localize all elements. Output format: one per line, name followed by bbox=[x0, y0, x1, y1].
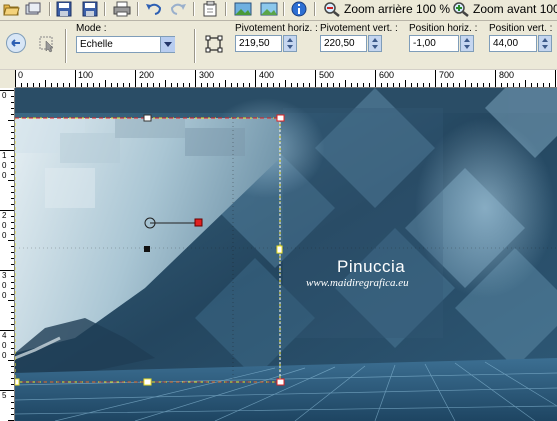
ruler-corner bbox=[0, 70, 15, 88]
ruler-label: 0 bbox=[2, 351, 7, 360]
ruler-label: 0 bbox=[2, 221, 7, 230]
pos-h-spinner[interactable] bbox=[460, 35, 474, 52]
ruler-label: 0 bbox=[2, 91, 7, 100]
horizontal-ruler[interactable]: 0 100 200 300 400 500 600 700 800 bbox=[15, 70, 557, 88]
ruler-label: 5 bbox=[2, 391, 7, 400]
watermark-url: www.maidiregrafica.eu bbox=[306, 277, 409, 289]
mode-label: Mode : bbox=[76, 23, 107, 34]
zoom-out-icon[interactable] bbox=[323, 1, 341, 17]
print-icon[interactable] bbox=[113, 1, 131, 17]
ruler-label: 0 bbox=[18, 70, 24, 80]
ruler-label: 0 bbox=[2, 281, 7, 290]
chevron-down-icon[interactable] bbox=[160, 37, 175, 52]
pivot-h-spinner[interactable] bbox=[283, 35, 297, 52]
pivot-v-input[interactable]: 220,50 bbox=[320, 35, 367, 52]
pick-tool-icon[interactable] bbox=[37, 34, 57, 54]
ruler-label: 0 bbox=[2, 341, 7, 350]
transform-box-icon[interactable] bbox=[205, 35, 223, 53]
save-as-icon[interactable] bbox=[81, 1, 99, 17]
pivot-v-spinner[interactable] bbox=[368, 35, 382, 52]
watermark-name: Pinuccia bbox=[337, 257, 406, 276]
ruler-label: 300 bbox=[199, 70, 215, 80]
ruler-label: 0 bbox=[2, 231, 7, 240]
ruler-label: 100 bbox=[78, 70, 94, 80]
image-canvas[interactable]: Pinuccia www.maidiregrafica.eu bbox=[15, 88, 557, 421]
browse-icon[interactable] bbox=[24, 1, 42, 17]
info-icon[interactable] bbox=[290, 1, 308, 17]
ruler-label: 2 bbox=[2, 211, 7, 220]
preset-icon[interactable] bbox=[6, 33, 26, 53]
ruler-label: 1 bbox=[2, 151, 7, 160]
save-icon[interactable] bbox=[55, 1, 73, 17]
ruler-ticks bbox=[0, 90, 14, 421]
zoom-out-label[interactable]: Zoom arrière 100 % bbox=[344, 2, 450, 16]
mode-value: Echelle bbox=[80, 39, 113, 50]
redo-icon[interactable] bbox=[169, 1, 187, 17]
ruler-label: 3 bbox=[2, 271, 7, 280]
ruler-label: 200 bbox=[139, 70, 155, 80]
image-alt-icon[interactable] bbox=[260, 1, 278, 17]
pos-v-spinner[interactable] bbox=[538, 35, 552, 52]
open-file-icon[interactable] bbox=[2, 1, 20, 17]
ruler-label: 600 bbox=[379, 70, 395, 80]
zoom-in-icon[interactable] bbox=[452, 1, 470, 17]
ruler-label: 700 bbox=[439, 70, 455, 80]
pivot-h-input[interactable]: 219,50 bbox=[235, 35, 282, 52]
ruler-label: 500 bbox=[319, 70, 335, 80]
artwork bbox=[15, 88, 557, 421]
pos-h-input[interactable]: -1,00 bbox=[409, 35, 459, 52]
pos-v-label: Position vert. : bbox=[489, 23, 553, 34]
ruler-label: 800 bbox=[499, 70, 515, 80]
ruler-label: 400 bbox=[259, 70, 275, 80]
mode-select[interactable]: Echelle bbox=[76, 36, 175, 53]
ruler-label: 0 bbox=[2, 171, 7, 180]
pivot-v-label: Pivotement vert. : bbox=[320, 23, 398, 34]
undo-icon[interactable] bbox=[145, 1, 163, 17]
tool-options-bar: Mode : Echelle Pivotement horiz. : 219,5… bbox=[0, 21, 557, 69]
ruler-ticks bbox=[15, 70, 556, 87]
ruler-label: 0 bbox=[2, 291, 7, 300]
pos-v-input[interactable]: 44,00 bbox=[489, 35, 537, 52]
vertical-ruler[interactable]: 0 1 0 0 2 0 0 3 0 0 4 0 0 5 bbox=[0, 88, 15, 421]
zoom-in-label[interactable]: Zoom avant 100 % bbox=[473, 2, 557, 16]
ruler-label: 4 bbox=[2, 331, 7, 340]
main-toolbar: Zoom arrière 100 % Zoom avant 100 % bbox=[0, 0, 557, 21]
copy-merged-icon[interactable] bbox=[202, 0, 220, 17]
ruler-label: 0 bbox=[2, 161, 7, 170]
pivot-h-label: Pivotement horiz. : bbox=[235, 23, 318, 34]
pos-h-label: Position horiz. : bbox=[409, 23, 478, 34]
image-icon[interactable] bbox=[234, 1, 252, 17]
